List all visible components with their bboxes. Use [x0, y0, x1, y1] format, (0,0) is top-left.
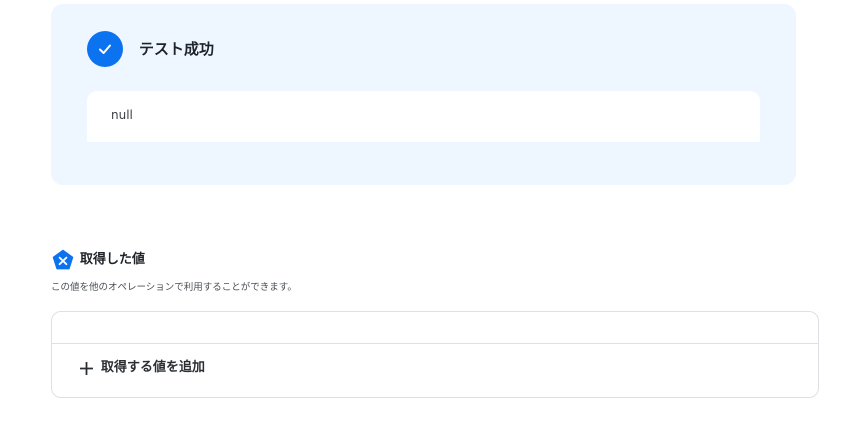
add-acquired-value-label: 取得する値を追加	[101, 360, 206, 375]
acquired-values-description: この値を他のオペレーションで利用することができます。	[51, 282, 297, 293]
acquired-values-header: 取得した値	[52, 249, 145, 271]
page: テスト成功 null 取得した値 この値を他のオペレーションで利用することができ…	[0, 0, 849, 431]
variable-badge-icon	[52, 249, 74, 270]
values-divider	[52, 343, 818, 344]
test-success-title: テスト成功	[139, 40, 215, 58]
test-success-panel: テスト成功 null	[51, 4, 796, 185]
acquired-values-title: 取得した値	[80, 252, 146, 267]
test-result-output-box: null	[87, 91, 760, 142]
acquired-values-list: 取得する値を追加	[51, 311, 819, 398]
add-acquired-value-button[interactable]: 取得する値を追加	[80, 358, 205, 378]
check-icon	[87, 31, 123, 67]
plus-icon	[80, 361, 93, 375]
test-result-output: null	[111, 108, 133, 122]
